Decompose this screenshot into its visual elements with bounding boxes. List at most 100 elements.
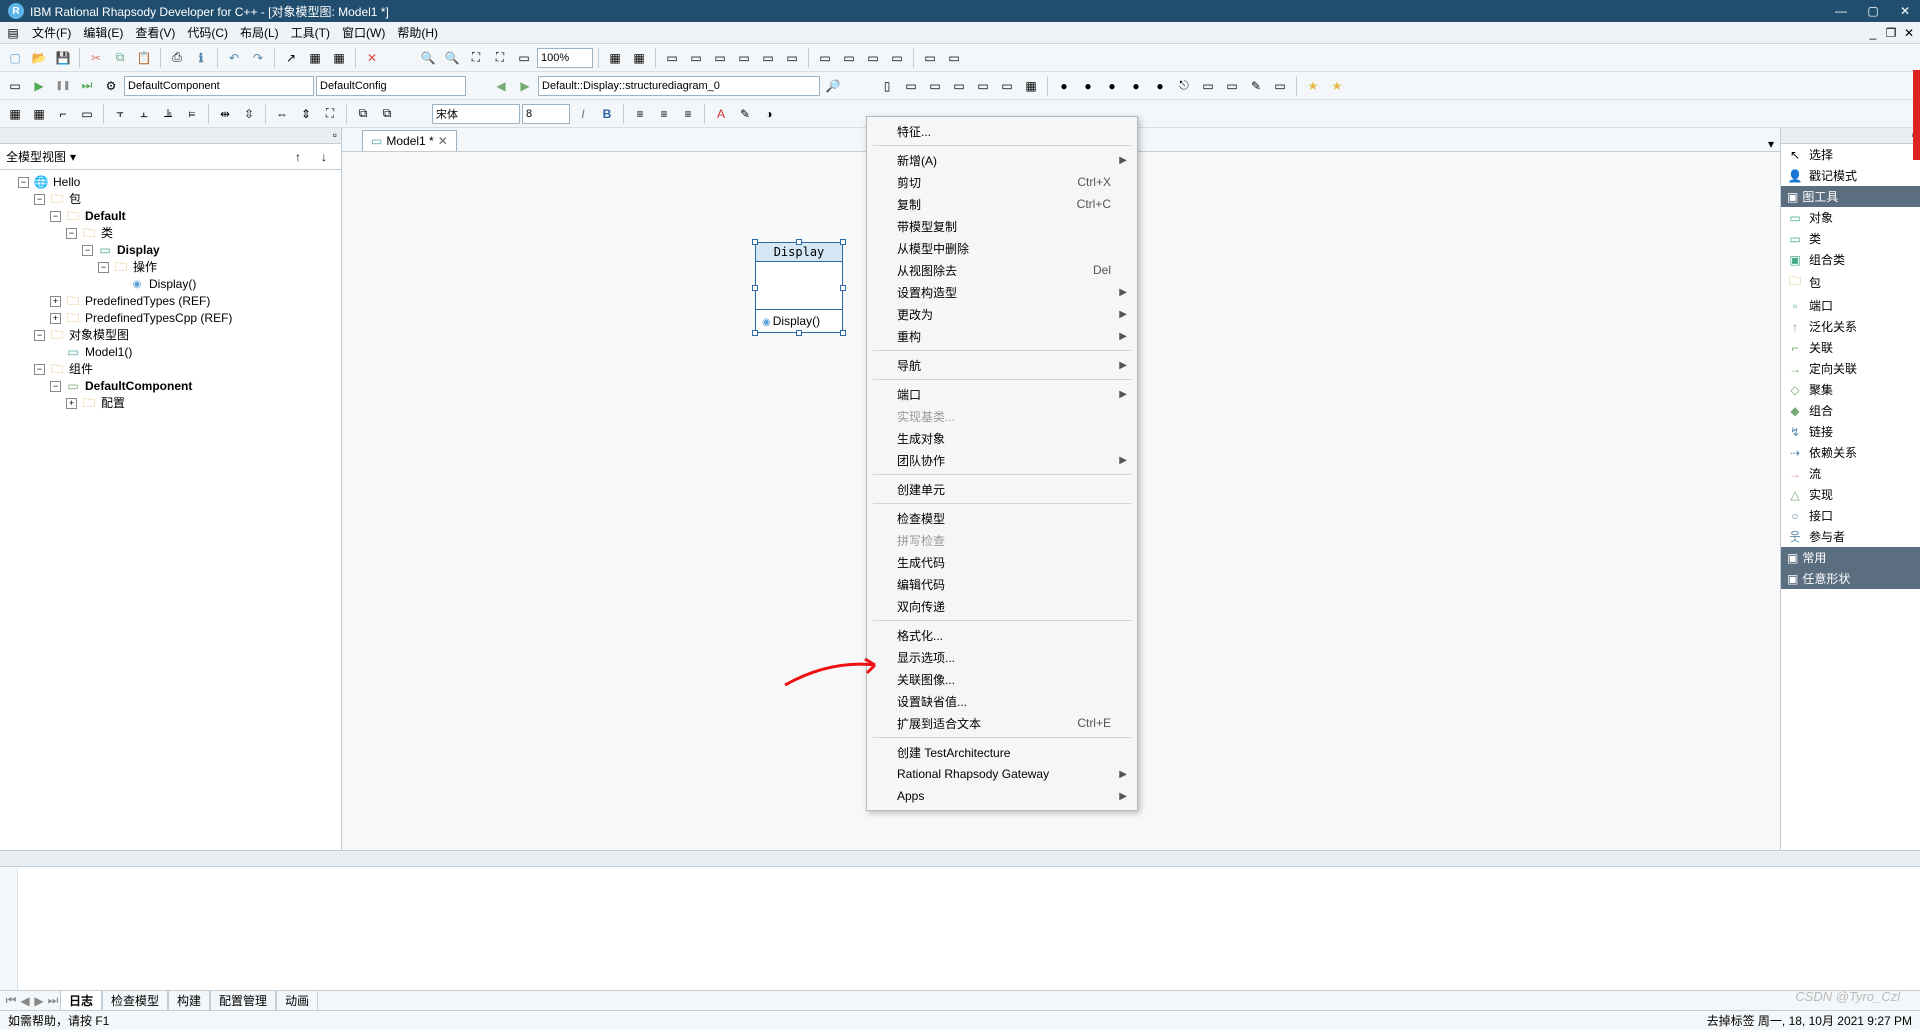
- new-button[interactable]: [4, 47, 26, 69]
- view-button[interactable]: ▭: [972, 75, 994, 97]
- menu-toggle-icon[interactable]: ▤: [4, 24, 22, 42]
- diagram-button[interactable]: ▭: [919, 47, 941, 69]
- mdi-minimize-icon[interactable]: _: [1866, 26, 1880, 40]
- zoom-page-button[interactable]: ▭: [513, 47, 535, 69]
- distribute-button[interactable]: ⇳: [238, 103, 260, 125]
- fill-color-button[interactable]: ✎: [734, 103, 756, 125]
- anim-button[interactable]: ●: [1125, 75, 1147, 97]
- diagram-button[interactable]: ▭: [685, 47, 707, 69]
- anim-button[interactable]: ●: [1149, 75, 1171, 97]
- tab-nav-last-icon[interactable]: ⏭: [46, 993, 60, 1008]
- tool-actor[interactable]: 웃参与者: [1781, 526, 1920, 547]
- tree-components[interactable]: 组件: [67, 361, 95, 378]
- ctx-generate-object[interactable]: 生成对象: [869, 427, 1135, 449]
- tree-model1[interactable]: Model1(): [83, 344, 134, 361]
- zoom-combo[interactable]: [537, 48, 593, 68]
- zoom-in-button[interactable]: [417, 47, 439, 69]
- tool-interface[interactable]: ○接口: [1781, 505, 1920, 526]
- undo-button[interactable]: [223, 47, 245, 69]
- delete-button[interactable]: [361, 47, 383, 69]
- align-button[interactable]: ⫡: [157, 103, 179, 125]
- nav-fwd-button[interactable]: [514, 75, 536, 97]
- find-button[interactable]: [822, 75, 844, 97]
- diagram-button[interactable]: ▭: [943, 47, 965, 69]
- view-button[interactable]: ▭: [996, 75, 1018, 97]
- align-button[interactable]: ▦: [4, 103, 26, 125]
- diagram-button[interactable]: ▭: [838, 47, 860, 69]
- tree-predef[interactable]: PredefinedTypes (REF): [83, 293, 212, 310]
- copy-button[interactable]: [109, 47, 131, 69]
- view-button[interactable]: ▦: [1020, 75, 1042, 97]
- output-tab-check[interactable]: 检查模型: [102, 991, 168, 1011]
- italic-button[interactable]: I: [572, 103, 594, 125]
- output-tab-anim[interactable]: 动画: [276, 991, 318, 1011]
- component-combo[interactable]: [124, 76, 314, 96]
- anim-button[interactable]: ●: [1077, 75, 1099, 97]
- ctx-cut[interactable]: 剪切Ctrl+X: [869, 171, 1135, 193]
- anim-button[interactable]: ▭: [1269, 75, 1291, 97]
- tab-nav-first-icon[interactable]: ⏮: [4, 993, 18, 1008]
- ctx-refactor[interactable]: 重构▶: [869, 325, 1135, 347]
- tool-link[interactable]: ↯链接: [1781, 421, 1920, 442]
- order-button[interactable]: ⧉: [376, 103, 398, 125]
- print-button[interactable]: ⎙: [166, 47, 188, 69]
- model-tree[interactable]: −🌐Hello −🗀包 −🗀Default −🗀类 −▭Display −🗀操作: [0, 170, 341, 850]
- dropdown-icon[interactable]: ▾: [70, 150, 76, 164]
- tool-button[interactable]: ▦: [328, 47, 350, 69]
- tab-nav-next-icon[interactable]: ▶: [32, 994, 46, 1008]
- menu-help[interactable]: 帮助(H): [391, 22, 444, 43]
- ctx-copy[interactable]: 复制Ctrl+C: [869, 193, 1135, 215]
- font-color-button[interactable]: A: [710, 103, 732, 125]
- menu-window[interactable]: 窗口(W): [336, 22, 391, 43]
- anim-button[interactable]: ●: [1101, 75, 1123, 97]
- tree-predefcpp[interactable]: PredefinedTypesCpp (REF): [83, 310, 234, 327]
- ctx-roundtrip[interactable]: 双向传递: [869, 595, 1135, 617]
- tree-display-ctor[interactable]: Display(): [147, 276, 198, 293]
- align-button[interactable]: ⫢: [181, 103, 203, 125]
- tree-default-pkg[interactable]: Default: [83, 208, 128, 225]
- ctx-defaults[interactable]: 设置缺省值...: [869, 690, 1135, 712]
- size-button[interactable]: ⇕: [295, 103, 317, 125]
- cut-button[interactable]: [85, 47, 107, 69]
- tab-close-icon[interactable]: ✕: [438, 134, 448, 148]
- ctx-features[interactable]: 特征...: [869, 120, 1135, 142]
- tool-button[interactable]: ▦: [304, 47, 326, 69]
- diagram-button[interactable]: ▭: [781, 47, 803, 69]
- grid-button[interactable]: ▦: [628, 47, 650, 69]
- maximize-icon[interactable]: ▢: [1866, 4, 1880, 18]
- view-button[interactable]: ▭: [900, 75, 922, 97]
- output-tab-log[interactable]: 日志: [60, 991, 102, 1011]
- align-button[interactable]: ▭: [76, 103, 98, 125]
- zoom-out-button[interactable]: [441, 47, 463, 69]
- ctx-check-model[interactable]: 检查模型: [869, 507, 1135, 529]
- anim-button[interactable]: ●: [1053, 75, 1075, 97]
- align-left-button[interactable]: ≡: [629, 103, 651, 125]
- tool-stamp[interactable]: 👤戳记模式: [1781, 165, 1920, 186]
- align-center-button[interactable]: ≡: [653, 103, 675, 125]
- mdi-close-icon[interactable]: ✕: [1902, 26, 1916, 40]
- menu-file[interactable]: 文件(F): [26, 22, 77, 43]
- palette-header-tools[interactable]: ▣图工具: [1781, 186, 1920, 207]
- tab-overflow-icon[interactable]: ▾: [1762, 137, 1780, 151]
- tool-aggregate[interactable]: ◇聚集: [1781, 379, 1920, 400]
- distribute-button[interactable]: ⇹: [214, 103, 236, 125]
- menu-code[interactable]: 代码(C): [181, 22, 234, 43]
- align-button[interactable]: ⌐: [52, 103, 74, 125]
- output-tab-cm[interactable]: 配置管理: [210, 991, 276, 1011]
- tab-nav-prev-icon[interactable]: ◀: [18, 994, 32, 1008]
- ctx-create-testarch[interactable]: 创建 TestArchitecture: [869, 741, 1135, 763]
- ctx-generate-code[interactable]: 生成代码: [869, 551, 1135, 573]
- close-icon[interactable]: ✕: [1898, 4, 1912, 18]
- tool-realize[interactable]: △实现: [1781, 484, 1920, 505]
- zoom-fit-button[interactable]: ⛶: [465, 47, 487, 69]
- anim-button[interactable]: ▭: [1197, 75, 1219, 97]
- tool-select[interactable]: ↖选择: [1781, 144, 1920, 165]
- pause-button[interactable]: [52, 75, 74, 97]
- menu-edit[interactable]: 编辑(E): [77, 22, 129, 43]
- config-icon[interactable]: ⚙: [100, 75, 122, 97]
- minimize-icon[interactable]: —: [1834, 4, 1848, 18]
- ctx-fit-text[interactable]: 扩展到适合文本Ctrl+E: [869, 712, 1135, 734]
- view-button[interactable]: ▯: [876, 75, 898, 97]
- tool-button[interactable]: ↗: [280, 47, 302, 69]
- run-button[interactable]: [28, 75, 50, 97]
